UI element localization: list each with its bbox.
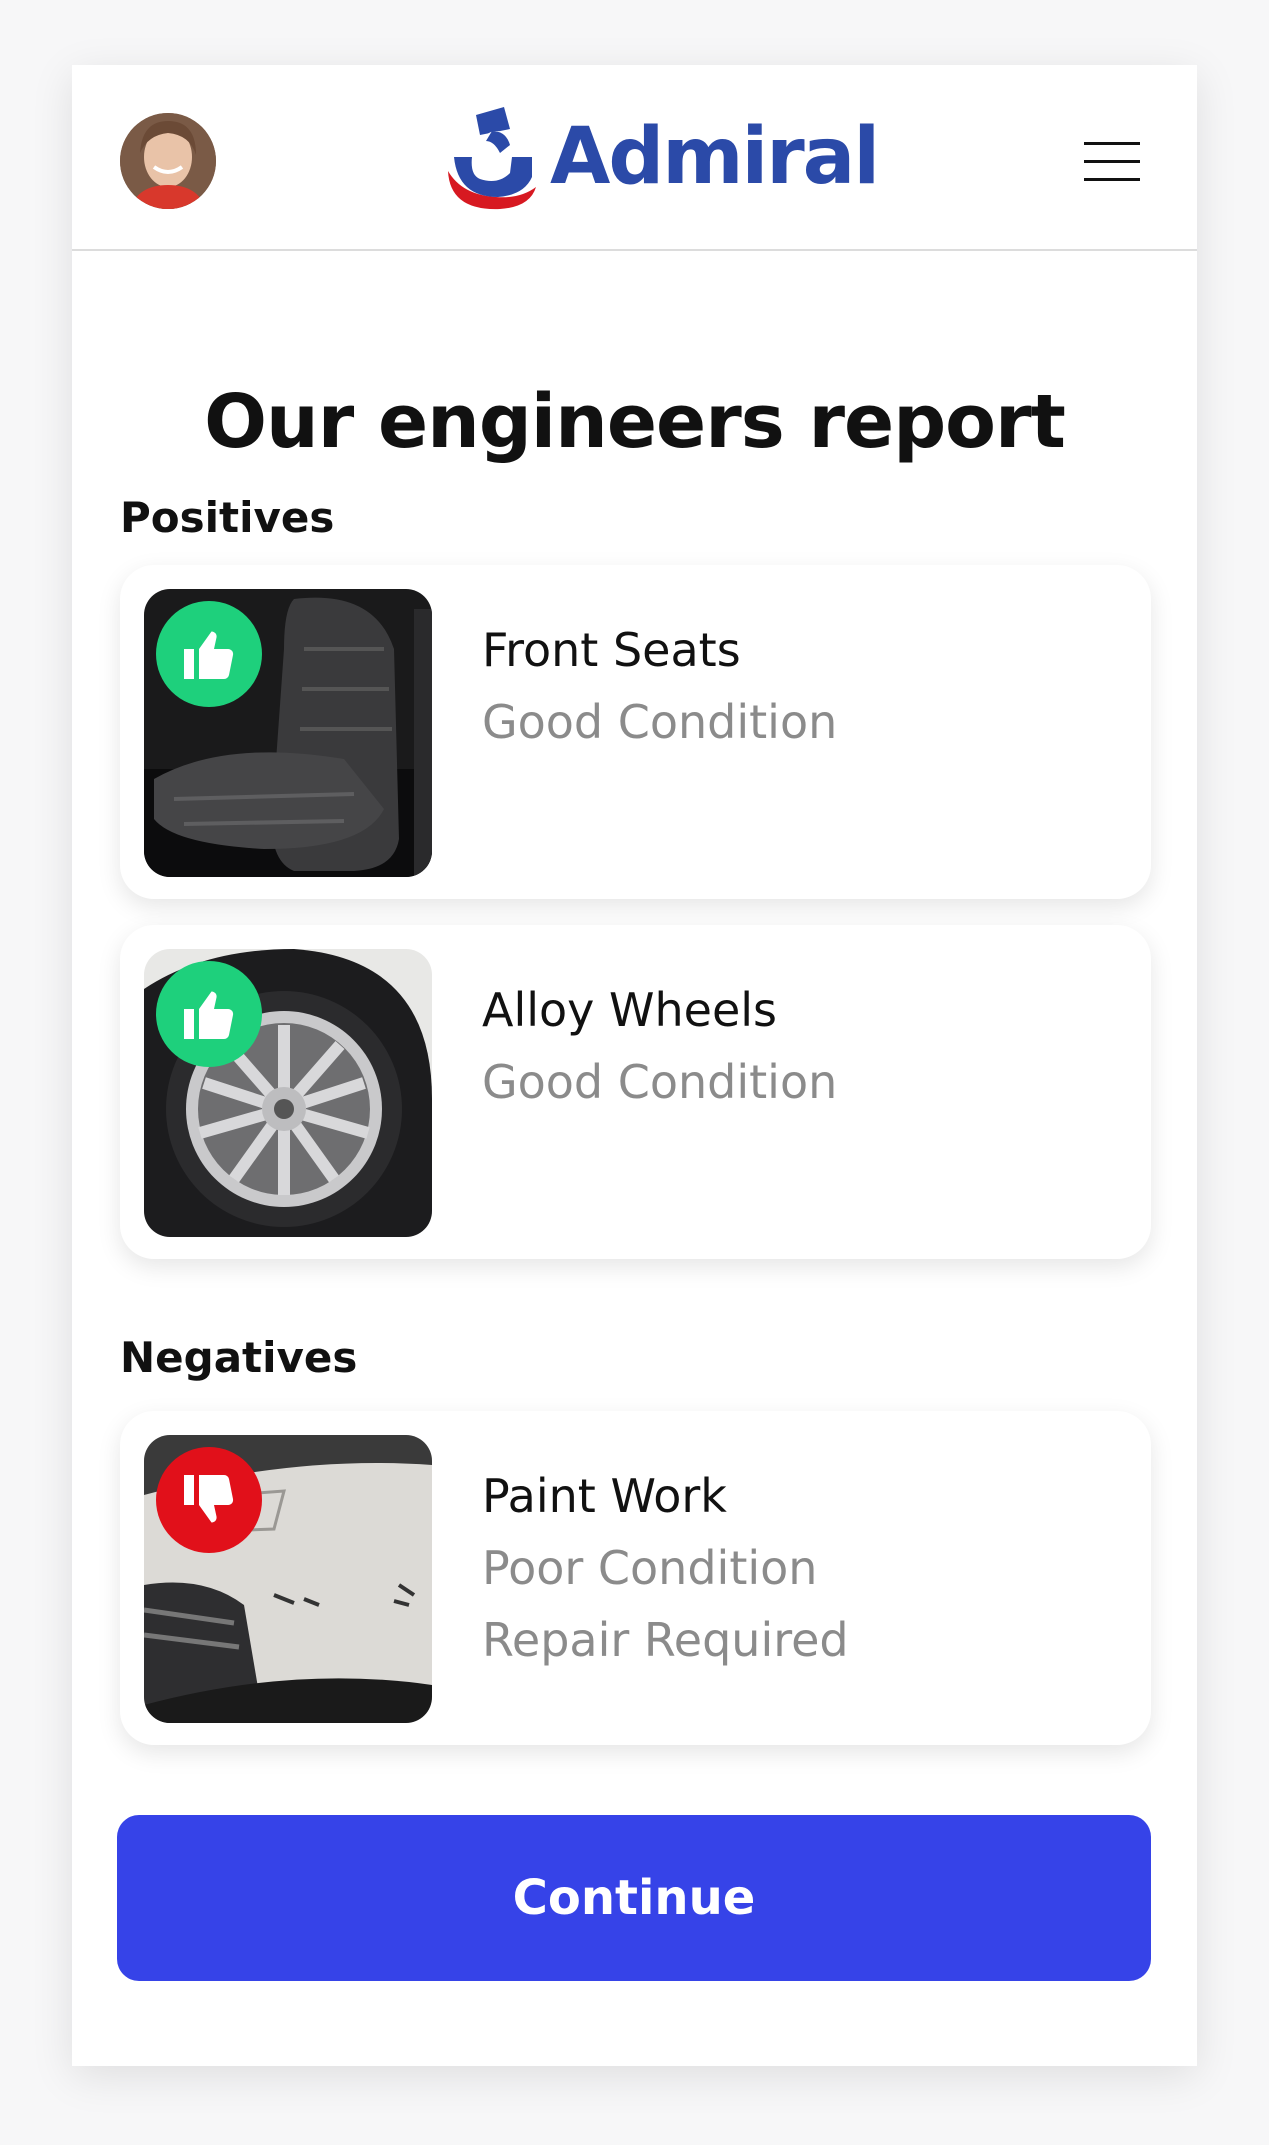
brand-name: Admiral xyxy=(550,112,880,202)
card-status: Good Condition xyxy=(482,695,838,749)
thumbs-up-icon xyxy=(156,961,262,1067)
continue-button[interactable]: Continue xyxy=(117,1815,1151,1981)
card-title: Alloy Wheels xyxy=(482,983,778,1037)
card-status-detail: Repair Required xyxy=(482,1613,849,1667)
menu-line xyxy=(1084,142,1140,145)
menu-line xyxy=(1084,160,1140,163)
card-title: Front Seats xyxy=(482,623,741,677)
card-status: Good Condition xyxy=(482,1055,838,1109)
user-avatar[interactable] xyxy=(120,113,216,209)
paint-work-photo xyxy=(144,1435,432,1723)
alloy-wheels-photo xyxy=(144,949,432,1237)
report-card-alloy-wheels[interactable]: Alloy Wheels Good Condition xyxy=(120,925,1151,1259)
card-title: Paint Work xyxy=(482,1469,727,1523)
app-header: Admiral xyxy=(72,65,1197,251)
report-card-paint-work[interactable]: Paint Work Poor Condition Repair Require… xyxy=(120,1411,1151,1745)
thumbs-down-icon xyxy=(156,1447,262,1553)
positives-label: Positives xyxy=(120,493,335,542)
menu-line xyxy=(1084,178,1140,181)
phone-screen: Admiral Our engineers report Positives F… xyxy=(72,65,1197,2066)
report-card-front-seats[interactable]: Front Seats Good Condition xyxy=(120,565,1151,899)
avatar-image xyxy=(120,113,216,209)
negatives-label: Negatives xyxy=(120,1333,358,1382)
page-title: Our engineers report xyxy=(204,379,1066,465)
front-seats-photo xyxy=(144,589,432,877)
admiral-mascot-icon xyxy=(448,107,536,210)
card-status: Poor Condition xyxy=(482,1541,818,1595)
thumbs-up-icon xyxy=(156,601,262,707)
hamburger-menu-icon[interactable] xyxy=(1084,142,1140,182)
